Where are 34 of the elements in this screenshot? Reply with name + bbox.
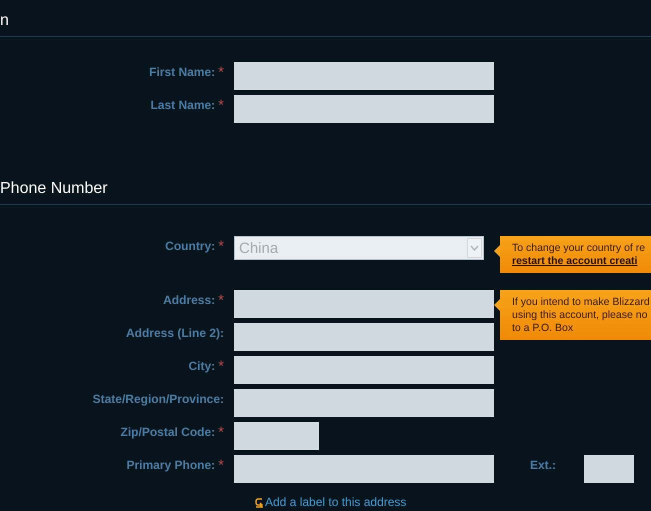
arrow-icon	[255, 496, 264, 508]
field-label: First Name:	[149, 65, 216, 80]
tooltip-text: using this account, please no	[512, 309, 648, 322]
field-label: City:	[188, 359, 216, 374]
tooltip-text: To change your country of re	[512, 242, 646, 255]
field-label: Address (Line 2):	[126, 326, 224, 340]
field-label: Address:	[163, 293, 216, 308]
section-heading: Phone Number	[0, 180, 108, 198]
extension-field[interactable]	[584, 455, 634, 483]
input-field[interactable]	[234, 356, 494, 384]
add-label-link[interactable]: Add a label to this address	[255, 495, 406, 509]
input-field[interactable]	[234, 455, 494, 483]
required-mark: *	[218, 425, 224, 440]
field-label: Primary Phone:	[126, 458, 216, 473]
field-label: Last Name:	[150, 98, 216, 113]
tooltip-text: to a P.O. Box	[512, 322, 574, 335]
field-label: Country:	[165, 239, 216, 254]
required-mark: *	[218, 65, 224, 80]
input-field[interactable]	[234, 389, 494, 417]
field-label: Zip/Postal Code:	[120, 425, 216, 440]
field-label: Ext.:	[530, 458, 558, 472]
required-mark: *	[218, 98, 224, 113]
field-label: State/Region/Province:	[92, 392, 224, 406]
input-field[interactable]	[234, 323, 494, 351]
required-mark: *	[218, 239, 224, 254]
input-field[interactable]	[234, 95, 494, 123]
section-heading: n	[0, 12, 9, 30]
required-mark: *	[218, 458, 224, 473]
tooltip-text: If you intend to make Blizzard	[512, 296, 651, 309]
input-field[interactable]	[234, 62, 494, 90]
input-field[interactable]	[234, 422, 319, 450]
required-mark: *	[218, 359, 224, 374]
required-mark: *	[218, 293, 224, 308]
input-field[interactable]	[234, 290, 494, 318]
